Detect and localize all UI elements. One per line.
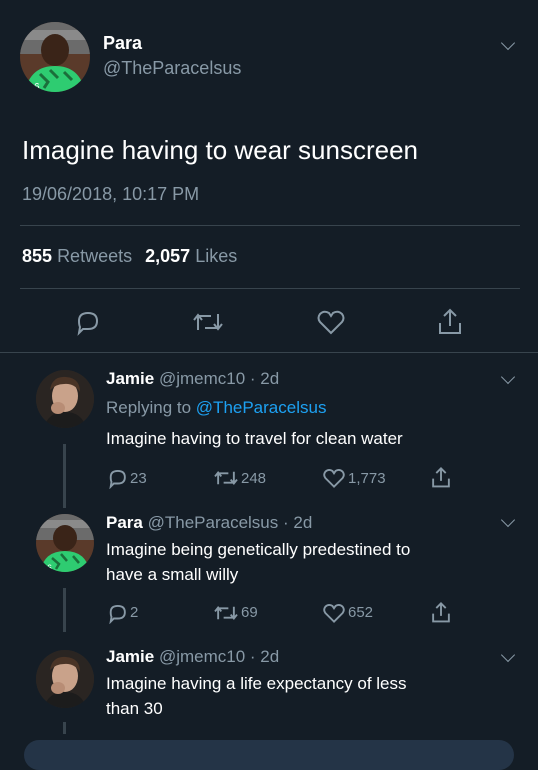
heart-icon[interactable] (322, 602, 346, 624)
author-name[interactable]: Para (103, 33, 142, 54)
reply-text-line-1: Imagine being genetically predestined to (106, 540, 411, 559)
reply-header: Jamie @jmemc10 · 2d (106, 366, 279, 391)
svg-text:6: 6 (34, 82, 40, 92)
reply-icon[interactable] (106, 467, 128, 489)
reply-header: Jamie @jmemc10 · 2d (106, 644, 279, 669)
reply-text-line-2: than 30 (106, 699, 163, 718)
retweets-label[interactable]: Retweets (57, 246, 132, 266)
share-icon[interactable] (430, 465, 452, 489)
author-handle[interactable]: @jmemc10 (159, 369, 245, 388)
replying-to: Replying to @TheParacelsus (106, 395, 326, 420)
reply-text-line-2: have a small willy (106, 565, 239, 584)
retweet-count: 248 (241, 470, 267, 487)
retweet-icon[interactable] (212, 467, 240, 489)
likes-count[interactable]: 2,057 (145, 246, 190, 266)
reply-header: Para @TheParacelsus · 2d (106, 510, 312, 535)
retweets-count[interactable]: 855 (22, 246, 52, 266)
avatar-image (36, 650, 94, 708)
avatar[interactable]: 6 (20, 22, 90, 92)
divider (0, 352, 538, 353)
share-icon[interactable] (430, 600, 452, 624)
reply-time: · 2d (283, 513, 313, 532)
reply-count: 23 (130, 470, 147, 487)
author-name[interactable]: Jamie (106, 647, 154, 666)
author-handle[interactable]: @TheParacelsus (148, 513, 279, 532)
share-icon[interactable] (436, 306, 464, 336)
author-name[interactable]: Para (106, 513, 143, 532)
reply-icon[interactable] (106, 602, 128, 624)
avatar-image (36, 370, 94, 428)
reply-text: Imagine having to travel for clean water (106, 429, 403, 448)
svg-text:6: 6 (47, 563, 52, 572)
chevron-down-icon[interactable] (500, 647, 516, 663)
heart-icon[interactable] (322, 467, 346, 489)
divider (20, 288, 520, 289)
author-handle[interactable]: @TheParacelsus (103, 58, 241, 79)
reply-time: · 2d (249, 647, 280, 666)
chevron-down-icon[interactable] (500, 35, 516, 51)
reply-icon[interactable] (73, 308, 101, 336)
chevron-down-icon[interactable] (500, 369, 516, 385)
avatar-image: 6 (36, 514, 94, 572)
thread-line (63, 588, 66, 632)
thread-line (63, 722, 66, 734)
avatar[interactable]: 6 (36, 514, 94, 572)
heart-icon[interactable] (316, 308, 346, 336)
avatar[interactable] (36, 650, 94, 708)
likes-label[interactable]: Likes (195, 246, 237, 266)
retweet-icon[interactable] (191, 308, 225, 336)
replying-to-handle[interactable]: @TheParacelsus (196, 398, 327, 417)
engagement-stats: 855 Retweets 2,057 Likes (22, 246, 237, 267)
author-handle[interactable]: @jmemc10 (159, 647, 245, 666)
avatar[interactable] (36, 370, 94, 428)
author-name[interactable]: Jamie (106, 369, 154, 388)
tweet-text: Imagine having to wear sunscreen (22, 135, 419, 165)
retweet-icon[interactable] (212, 602, 240, 624)
thread-line (63, 444, 66, 508)
avatar-image: 6 (20, 22, 90, 92)
like-count: 1,773 (348, 470, 386, 487)
replying-to-label: Replying to (106, 398, 192, 417)
tweet-timestamp: 19/06/2018, 10:17 PM (22, 184, 200, 204)
reply-count: 2 (130, 604, 139, 621)
like-count: 652 (348, 604, 374, 621)
reply-time: · 2d (249, 369, 280, 388)
retweet-count: 69 (241, 604, 258, 621)
compose-bar[interactable] (24, 740, 514, 770)
divider (20, 225, 520, 226)
chevron-down-icon[interactable] (500, 512, 516, 528)
reply-text-line-1: Imagine having a life expectancy of less (106, 674, 407, 693)
